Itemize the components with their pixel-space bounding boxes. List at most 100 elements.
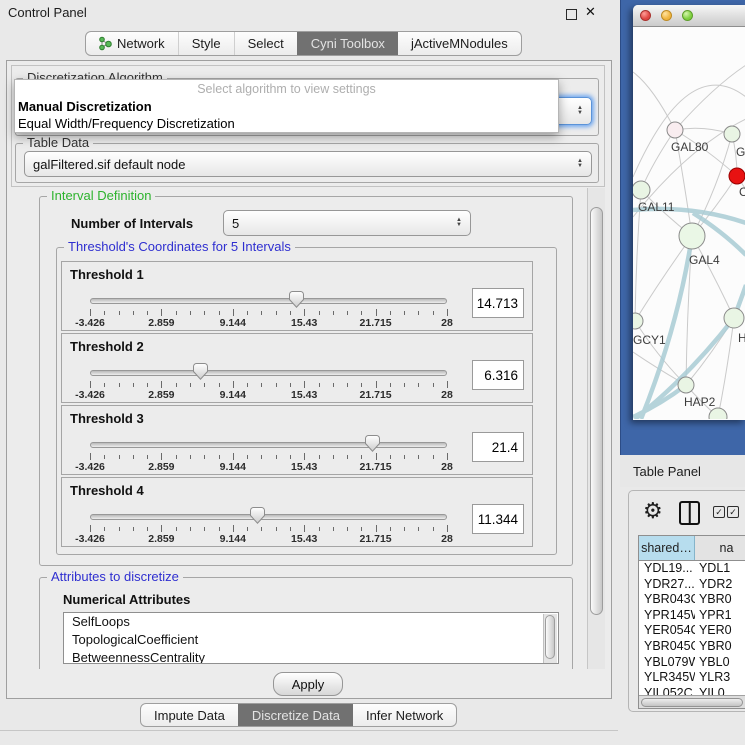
slider-tick (376, 309, 377, 316)
node-label: GCY1 (633, 333, 666, 347)
minimize-window-icon[interactable] (661, 10, 672, 21)
control-panel-tab-bar: NetworkStyleSelectCyni ToolboxjActiveMNo… (85, 31, 522, 56)
slider-tick (204, 455, 205, 459)
threshold-panel-3: Threshold 3-3.4262.8599.14415.4321.71528… (61, 405, 533, 475)
cell-shared-name[interactable]: YPR145W (639, 608, 695, 624)
cell-name[interactable]: YBR0 (695, 639, 745, 655)
cell-shared-name[interactable]: YDR27... (639, 577, 695, 593)
cell-name[interactable]: YPR1 (695, 608, 745, 624)
dropdown-option-manual-discretization[interactable]: Manual Discretization (15, 98, 558, 115)
cell-name[interactable]: YER0 (695, 623, 745, 639)
threshold-slider-track[interactable] (90, 298, 447, 304)
network-node-ga[interactable] (724, 126, 740, 142)
tab-select[interactable]: Select (234, 32, 297, 55)
attribute-list-item[interactable]: TopologicalCoefficient (64, 631, 558, 649)
tab-impute-data[interactable]: Impute Data (141, 704, 238, 726)
cell-name[interactable]: YDR2 (695, 577, 745, 593)
network-node-gal80[interactable] (667, 122, 683, 138)
table-row[interactable]: YBR043CYBR0 (639, 592, 745, 608)
threshold-slider-handle[interactable] (250, 507, 265, 524)
close-window-icon[interactable] (640, 10, 651, 21)
cell-name[interactable]: YDL1 (695, 561, 745, 577)
gear-icon[interactable]: ⚙ (643, 497, 663, 525)
network-node-hap2[interactable] (678, 377, 694, 393)
slider-tick (204, 311, 205, 315)
slider-tick-label: 28 (441, 533, 453, 545)
column-header-name[interactable]: na (695, 536, 745, 560)
table-row[interactable]: YER054CYER0 (639, 623, 745, 639)
close-icon[interactable]: ✕ (585, 4, 596, 20)
cell-shared-name[interactable]: YBL079W (639, 655, 695, 671)
slider-tick (319, 527, 320, 531)
network-node-h[interactable] (724, 308, 744, 328)
network-window[interactable]: GAL80GACGAL11GAL4GCY1HHAP2 (633, 5, 745, 420)
slider-tick (290, 383, 291, 387)
network-node[interactable] (709, 408, 727, 419)
network-node-gal11[interactable] (633, 181, 650, 199)
cell-shared-name[interactable]: YLR345W (639, 670, 695, 686)
slider-tick (90, 381, 91, 388)
combo-stepper-icon: ▲▼ (456, 218, 462, 228)
tab-style[interactable]: Style (178, 32, 234, 55)
cell-name[interactable]: YLR3 (695, 670, 745, 686)
numerical-attributes-list[interactable]: SelfLoopsTopologicalCoefficientBetweenne… (63, 612, 559, 664)
number-of-intervals-combo[interactable]: 5 ▲▼ (223, 210, 471, 236)
threshold-slider-handle[interactable] (193, 363, 208, 380)
threshold-slider-track[interactable] (90, 442, 447, 448)
table-row[interactable]: YPR145WYPR1 (639, 608, 745, 624)
slider-tick (347, 527, 348, 531)
table-data-combo[interactable]: galFiltered.sif default node ▲▼ (24, 151, 592, 177)
list-scrollbar[interactable] (543, 614, 557, 663)
network-node-gcy1[interactable] (633, 313, 643, 329)
split-view-icon[interactable] (679, 501, 700, 525)
tab-discretize-data[interactable]: Discretize Data (238, 704, 353, 726)
table-row[interactable]: YBL079WYBL0 (639, 655, 745, 671)
apply-button[interactable]: Apply (273, 672, 343, 696)
slider-tick (361, 383, 362, 387)
slider-tick-label: -3.426 (75, 533, 105, 545)
threshold-slider-handle[interactable] (365, 435, 380, 452)
threshold-label: Threshold 2 (70, 339, 144, 354)
cell-shared-name[interactable]: YER054C (639, 623, 695, 639)
threshold-value-field[interactable]: 6.316 (472, 360, 524, 390)
network-nodes[interactable]: GAL80GACGAL11GAL4GCY1HHAP2 (633, 122, 745, 419)
dropdown-option-equal-width-frequency[interactable]: Equal Width/Frequency Discretization (15, 115, 558, 132)
threshold-slider-track[interactable] (90, 514, 447, 520)
tab-network[interactable]: Network (86, 32, 178, 55)
cell-name[interactable]: YBL0 (695, 655, 745, 671)
column-header-shared-name[interactable]: shared… (639, 536, 695, 560)
zoom-window-icon[interactable] (682, 10, 693, 21)
float-window-icon[interactable] (566, 9, 577, 20)
slider-tick (418, 527, 419, 531)
settings-vertical-scrollbar[interactable] (587, 188, 605, 669)
cell-name[interactable]: YBR0 (695, 592, 745, 608)
threshold-slider-track[interactable] (90, 370, 447, 376)
threshold-slider-handle[interactable] (289, 291, 304, 308)
settings-scroll-area: Interval Definition Number of Intervals … (11, 188, 587, 669)
slider-tick (119, 527, 120, 531)
select-columns-icon-2[interactable]: ✓ (727, 506, 739, 518)
network-node-gal4[interactable] (679, 223, 705, 249)
cell-shared-name[interactable]: YBR045C (639, 639, 695, 655)
table-row[interactable]: YLR345WYLR3 (639, 670, 745, 686)
table-row[interactable]: YDL19...YDL1 (639, 561, 745, 577)
tab-cyni-toolbox[interactable]: Cyni Toolbox (297, 32, 398, 55)
attribute-list-item[interactable]: SelfLoops (64, 613, 558, 631)
table-row[interactable]: YDR27...YDR2 (639, 577, 745, 593)
network-window-titlebar[interactable] (633, 5, 745, 27)
select-columns-icon[interactable]: ✓ (713, 506, 725, 518)
table-horizontal-scrollbar[interactable] (639, 695, 745, 709)
network-node-c[interactable] (729, 168, 745, 184)
combo-stepper-icon: ▲▼ (577, 159, 583, 169)
tab-jactivemnodules[interactable]: jActiveMNodules (398, 32, 521, 55)
slider-tick (304, 525, 305, 532)
threshold-value-field[interactable]: 14.713 (472, 288, 524, 318)
attribute-list-item[interactable]: BetweennessCentrality (64, 649, 558, 664)
table-row[interactable]: YBR045CYBR0 (639, 639, 745, 655)
threshold-value-field[interactable]: 11.344 (472, 504, 524, 534)
cell-shared-name[interactable]: YBR043C (639, 592, 695, 608)
network-canvas[interactable]: GAL80GACGAL11GAL4GCY1HHAP2 (633, 27, 745, 419)
tab-infer-network[interactable]: Infer Network (353, 704, 456, 726)
cell-shared-name[interactable]: YDL19... (639, 561, 695, 577)
threshold-value-field[interactable]: 21.4 (472, 432, 524, 462)
